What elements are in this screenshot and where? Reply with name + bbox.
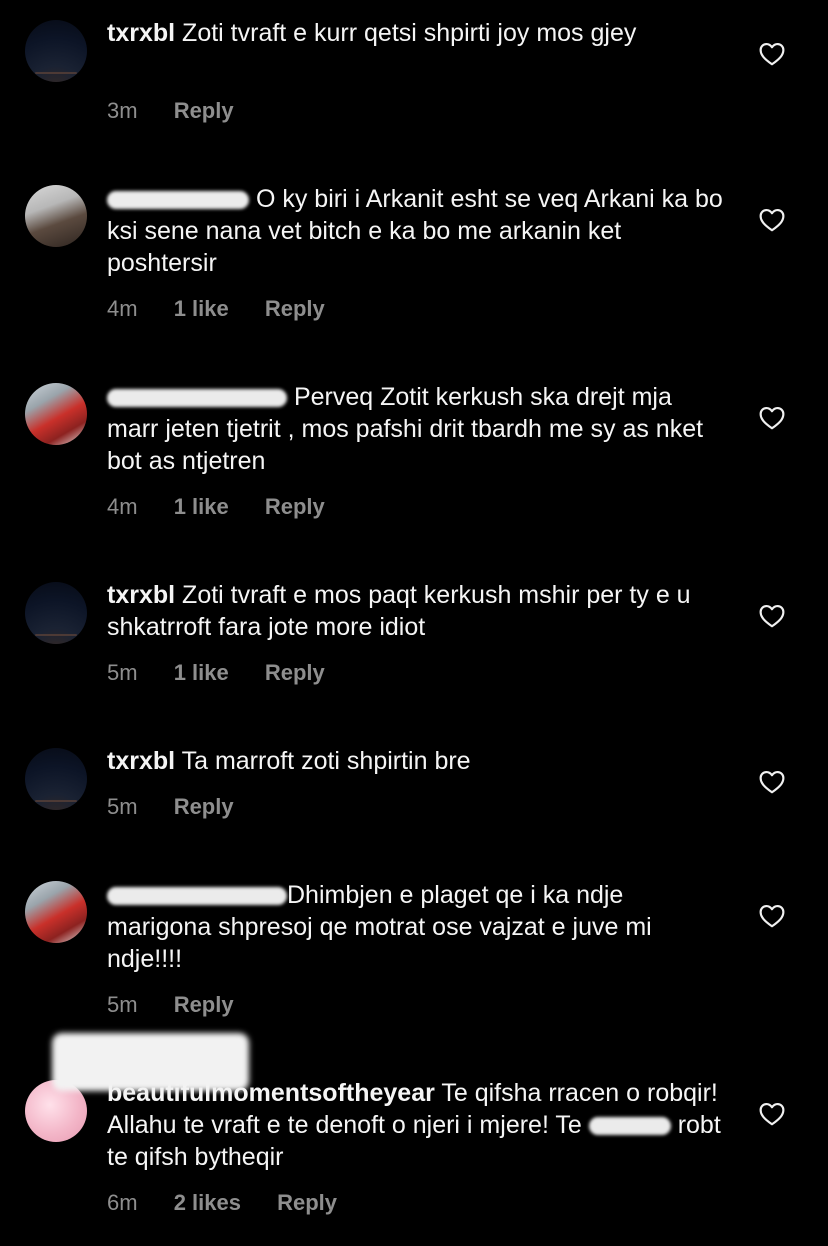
- comment-meta: 4m 1 like Reply: [107, 296, 355, 322]
- redacted-username: [107, 191, 249, 210]
- comment-text: Zoti tvraft e mos paqt kerkush mshir per…: [107, 581, 691, 641]
- comment-meta: 5m Reply: [107, 794, 264, 820]
- likes-count[interactable]: 1 like: [174, 296, 229, 321]
- comment-meta: 4m 1 like Reply: [107, 494, 355, 520]
- comment-meta: 5m Reply: [107, 992, 264, 1018]
- comment-time: 4m: [107, 296, 138, 321]
- comment-body: O ky biri i Arkanit esht se veq Arkani k…: [107, 183, 727, 279]
- likes-count[interactable]: 1 like: [174, 494, 229, 519]
- avatar[interactable]: [25, 748, 87, 810]
- reply-button[interactable]: Reply: [174, 794, 234, 819]
- comment-body: txrxbl Zoti tvraft e kurr qetsi shpirti …: [107, 17, 727, 49]
- redacted-username: [107, 887, 287, 906]
- heart-outline-icon[interactable]: [759, 604, 785, 628]
- comment-text: Zoti tvraft e kurr qetsi shpirti joy mos…: [182, 19, 637, 47]
- comment-body: Dhimbjen e plaget qe i ka ndje marigona …: [107, 879, 727, 975]
- comment-text: Ta marroft zoti shpirtin bre: [181, 747, 471, 775]
- comment-time: 5m: [107, 992, 138, 1017]
- comment-username[interactable]: txrxbl: [107, 581, 175, 609]
- comment-time: 4m: [107, 494, 138, 519]
- reply-button[interactable]: Reply: [265, 660, 325, 685]
- comment-body: Perveq Zotit kerkush ska drejt mja marr …: [107, 381, 727, 477]
- comment-time: 5m: [107, 660, 138, 685]
- heart-outline-icon[interactable]: [759, 42, 785, 66]
- comment-time: 6m: [107, 1190, 138, 1215]
- heart-outline-icon[interactable]: [759, 406, 785, 430]
- redacted-word: [588, 1117, 671, 1136]
- reply-button[interactable]: Reply: [277, 1190, 337, 1215]
- heart-outline-icon[interactable]: [759, 208, 785, 232]
- reply-button[interactable]: Reply: [174, 98, 234, 123]
- redacted-username: [107, 389, 287, 408]
- heart-outline-icon[interactable]: [759, 904, 785, 928]
- likes-count[interactable]: 2 likes: [174, 1190, 241, 1215]
- avatar[interactable]: [25, 383, 87, 445]
- reply-button[interactable]: Reply: [265, 494, 325, 519]
- comment-body: txrxbl Zoti tvraft e mos paqt kerkush ms…: [107, 579, 727, 643]
- comment-meta: 6m 2 likes Reply: [107, 1190, 367, 1216]
- comment-time: 3m: [107, 98, 138, 123]
- heart-outline-icon[interactable]: [759, 770, 785, 794]
- comment-body: txrxbl Ta marroft zoti shpirtin bre: [107, 745, 727, 777]
- comment-meta: 5m 1 like Reply: [107, 660, 355, 686]
- comment-time: 5m: [107, 794, 138, 819]
- comment-body: beautifulmomentsoftheyear Te qifsha rrac…: [107, 1077, 727, 1173]
- reply-button[interactable]: Reply: [265, 296, 325, 321]
- reply-button[interactable]: Reply: [174, 992, 234, 1017]
- redaction-overlay: [52, 1033, 249, 1091]
- likes-count[interactable]: 1 like: [174, 660, 229, 685]
- avatar[interactable]: [25, 20, 87, 82]
- avatar[interactable]: [25, 185, 87, 247]
- heart-outline-icon[interactable]: [759, 1102, 785, 1126]
- comment-username[interactable]: txrxbl: [107, 19, 175, 47]
- comment-username[interactable]: txrxbl: [107, 747, 175, 775]
- comment-meta: 3m Reply: [107, 98, 264, 124]
- avatar[interactable]: [25, 881, 87, 943]
- avatar[interactable]: [25, 582, 87, 644]
